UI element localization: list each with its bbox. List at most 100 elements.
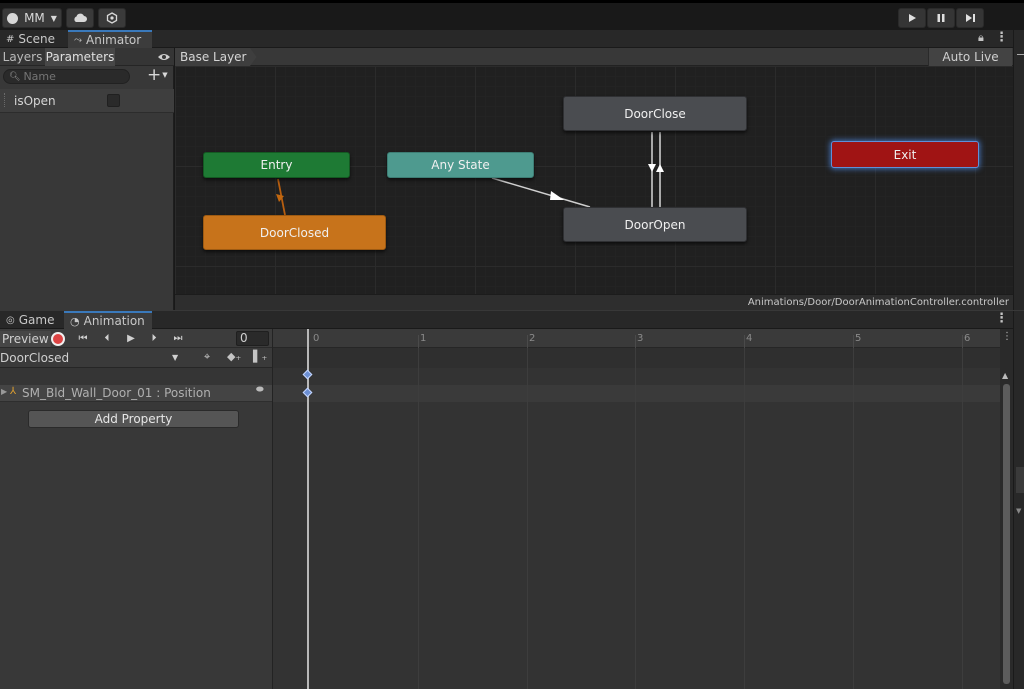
transition-arrow-icon — [648, 164, 656, 172]
last-keyframe-button[interactable]: ⏭ — [167, 330, 189, 347]
grid-line — [853, 348, 854, 689]
grid-line — [962, 348, 963, 689]
right-edge-panel — [1013, 30, 1024, 310]
auto-live-link-button[interactable]: Auto Live Link — [928, 48, 1012, 82]
step-icon — [965, 14, 975, 22]
pause-button[interactable] — [927, 8, 955, 28]
tab-animator[interactable]: ⤳ Animator — [68, 30, 152, 48]
breadcrumb[interactable]: Base Layer — [175, 48, 257, 66]
state-any-state[interactable]: Any State — [387, 152, 534, 178]
breadcrumb-label: Base Layer — [180, 50, 247, 64]
scroll-up-icon[interactable]: ▲ — [1002, 371, 1008, 380]
summary-keyframe-icon[interactable] — [302, 369, 313, 380]
ruler-tick — [853, 335, 854, 348]
tab-layers[interactable]: Layers — [0, 48, 45, 66]
parameter-search-input[interactable] — [23, 70, 124, 83]
parameter-checkbox[interactable] — [107, 94, 120, 107]
timeline-scrollbar[interactable]: ⋮ ▲ — [1000, 329, 1013, 689]
play-icon: ▶ — [127, 333, 135, 344]
collab-icon — [106, 12, 118, 24]
prev-keyframe-button[interactable]: ⏴ — [96, 330, 118, 347]
parameter-name: isOpen — [14, 94, 56, 108]
ruler-tick — [527, 335, 528, 348]
more-options-icon[interactable]: ⋮ — [995, 30, 1008, 45]
frame-field[interactable]: 0 — [236, 331, 269, 346]
state-doorclose[interactable]: DoorClose — [563, 96, 747, 131]
timeline-area[interactable]: 0 1 2 3 4 5 6 — [273, 329, 1000, 689]
scrollbar-thumb[interactable] — [1003, 384, 1010, 684]
parameter-search-field[interactable]: 🔍︎ — [3, 69, 130, 84]
layers-parameters-tabs: Layers Parameters — [0, 48, 174, 66]
ruler-label-3: 3 — [637, 333, 644, 344]
collab-button[interactable] — [98, 8, 126, 28]
drag-handle-icon[interactable] — [4, 93, 6, 107]
grid-icon: # — [6, 33, 15, 45]
add-event-icon[interactable]: ▌₊ — [253, 350, 267, 363]
side-tab[interactable] — [1016, 467, 1024, 493]
timeline-ruler[interactable]: 0 1 2 3 4 5 6 — [273, 329, 1000, 348]
keyframe-lane[interactable] — [273, 385, 1000, 402]
eye-icon[interactable] — [157, 52, 171, 62]
state-dooropen-label: DoorOpen — [624, 217, 686, 232]
transition-arrow-icon — [656, 164, 664, 172]
ruler-tick — [744, 335, 745, 348]
minus-icon[interactable] — [1017, 54, 1024, 55]
play-animation-button[interactable]: ▶ — [120, 330, 142, 347]
state-entry[interactable]: Entry — [203, 152, 350, 178]
more-options-icon[interactable]: ⋮ — [1002, 331, 1012, 342]
right-edge-panel-bottom: ▼ — [1013, 311, 1024, 689]
transition-anystate-dooropen — [491, 177, 591, 208]
chevron-down-icon: ▼ — [172, 353, 179, 362]
ruler-tick — [962, 335, 963, 348]
first-keyframe-button[interactable]: ⏮ — [72, 330, 94, 347]
record-icon[interactable] — [51, 332, 65, 346]
gamepad-icon: ◎ — [6, 314, 15, 326]
scroll-down-icon[interactable]: ▼ — [1016, 507, 1021, 515]
more-options-icon[interactable]: ⋮ — [995, 311, 1008, 326]
lock-icon[interactable]: 🔒︎ — [978, 31, 984, 45]
tab-scene-label: Scene — [18, 32, 55, 46]
state-doorclosed[interactable]: DoorClosed — [203, 215, 386, 250]
parameter-row-isopen[interactable]: isOpen — [0, 89, 174, 113]
tab-game[interactable]: ◎ Game — [0, 311, 60, 329]
event-lane[interactable] — [273, 348, 1000, 368]
clip-dropdown[interactable]: DoorClosed ▼ — [0, 350, 184, 366]
playhead[interactable] — [307, 329, 309, 689]
tab-scene[interactable]: # Scene — [0, 30, 61, 48]
tab-animation[interactable]: ◔ Animation — [64, 311, 152, 329]
grid-line — [635, 348, 636, 689]
add-keyframe-icon[interactable]: ◆₊ — [227, 350, 241, 363]
state-exit[interactable]: Exit — [831, 141, 979, 168]
animator-header: Base Layer Auto Live Link — [175, 48, 1013, 82]
property-spacer — [0, 368, 272, 385]
cloud-button[interactable] — [66, 8, 94, 28]
expand-arrow-icon[interactable]: ▶ — [1, 387, 7, 396]
preview-button[interactable]: Preview — [0, 331, 51, 347]
account-icon — [7, 12, 19, 24]
play-button[interactable] — [898, 8, 926, 28]
search-icon: 🔍︎ — [9, 71, 21, 82]
animator-graph[interactable]: Entry Any State DoorClosed DoorClose Doo… — [175, 66, 1013, 294]
state-dooropen[interactable]: DoorOpen — [563, 207, 747, 242]
ruler-label-5: 5 — [855, 333, 862, 344]
add-parameter-button[interactable]: +▼ — [147, 65, 168, 85]
ruler-label-1: 1 — [420, 333, 427, 344]
pause-icon — [937, 14, 945, 22]
tab-animation-label: Animation — [83, 314, 145, 328]
transition-arrow-icon — [550, 191, 564, 200]
account-dropdown[interactable]: MM ▼ — [2, 8, 62, 28]
property-row[interactable]: ▶ ⅄ SM_Bld_Wall_Door_01 : Position ⬬ — [0, 385, 272, 402]
bottom-tab-strip: ◎ Game ◔ Animation ⋮ — [0, 311, 1013, 329]
add-property-button[interactable]: Add Property — [28, 410, 239, 428]
tab-animator-label: Animator — [86, 33, 142, 47]
account-label: MM — [24, 11, 45, 25]
add-parameter-label: + — [147, 65, 162, 85]
step-button[interactable] — [956, 8, 984, 28]
step-forward-icon: ⏵ — [151, 333, 157, 344]
property-options-icon[interactable]: ⬬ — [256, 385, 264, 395]
clip-name: DoorClosed — [0, 351, 70, 365]
next-keyframe-button[interactable]: ⏵ — [143, 330, 165, 347]
tab-parameters[interactable]: Parameters — [45, 48, 115, 66]
grid-line — [527, 348, 528, 689]
filter-keys-icon[interactable]: ⌖ — [204, 350, 210, 364]
